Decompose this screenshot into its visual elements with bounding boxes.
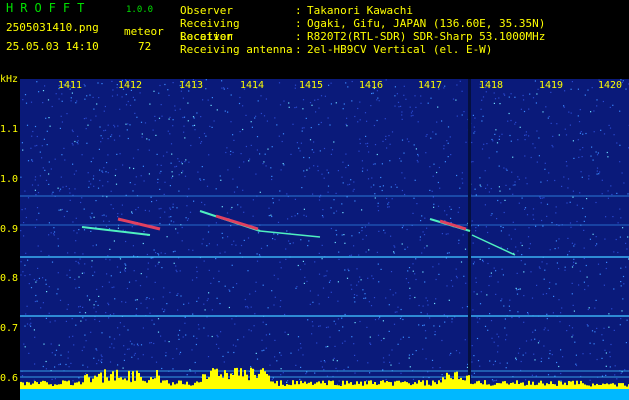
spectrogram-background xyxy=(20,79,629,400)
meteor-label: meteor xyxy=(124,25,164,38)
antenna-row: Receiving antenna:2el-HB9CV Vertical (el… xyxy=(180,43,493,56)
date-time: 25.05.03 14:10 xyxy=(6,40,99,53)
x-tick-1413: 1413 xyxy=(179,80,204,91)
y-tick-6: 0.6 xyxy=(0,373,19,384)
histogram-baseline xyxy=(20,389,629,400)
x-tick-1420: 1420 xyxy=(598,80,623,91)
x-tick-1415: 1415 xyxy=(299,80,324,91)
dark-band xyxy=(468,79,471,389)
y-tick-1: 1.1 xyxy=(0,124,19,135)
receiver-value: R820T2(RTL-SDR) SDR-Sharp 53.1000MHz xyxy=(307,30,546,43)
y-tick-5: 0.7 xyxy=(0,323,19,334)
file-name: 2505031410.png xyxy=(6,21,99,34)
y-tick-4: 0.8 xyxy=(0,273,19,284)
observer-key: Observer xyxy=(180,4,233,17)
antenna-key: Receiving antenna xyxy=(180,43,293,56)
meteor-count: 72 xyxy=(138,40,152,53)
x-tick-1417: 1417 xyxy=(418,80,443,91)
observer-row: Observer: Takanori Kawachi xyxy=(180,4,413,17)
app-version: 1.0.0 xyxy=(126,5,154,15)
observation-info: Observer: Takanori Kawachi Receiving Loca… xyxy=(180,4,545,56)
x-tick-1412: 1412 xyxy=(118,80,143,91)
receiver-key: Receiver xyxy=(180,30,233,43)
spectrogram xyxy=(20,79,629,400)
x-tick-1416: 1416 xyxy=(359,80,384,91)
x-tick-1419: 1419 xyxy=(539,80,564,91)
x-tick-1411: 1411 xyxy=(58,80,83,91)
x-tick-1418: 1418 xyxy=(479,80,504,91)
y-tick-2: 1.0 xyxy=(0,174,19,185)
observer-value: Takanori Kawachi xyxy=(307,4,413,17)
y-axis-unit: kHz xyxy=(0,74,19,85)
location-value: Ogaki, Gifu, JAPAN (136.60E, 35.35N) xyxy=(307,17,546,30)
antenna-value: 2el-HB9CV Vertical (el. E-W) xyxy=(307,43,493,56)
y-tick-3: 0.9 xyxy=(0,224,19,235)
app-logo: HROFFT xyxy=(6,1,92,15)
x-tick-1414: 1414 xyxy=(240,80,265,91)
location-key: Receiving Location xyxy=(180,17,240,43)
location-row: Receiving Location: Ogaki, Gifu, JAPAN (1… xyxy=(180,17,546,43)
receiver-row: Receiver: R820T2(RTL-SDR) SDR-Sharp 53.10… xyxy=(180,30,546,43)
